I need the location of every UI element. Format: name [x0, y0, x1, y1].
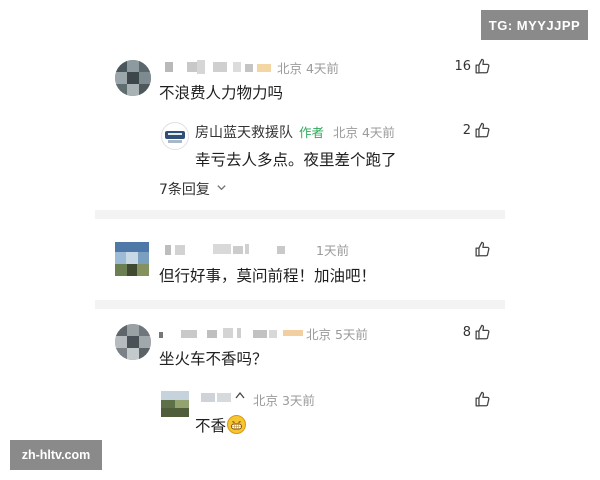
- chevron-down-icon: [217, 185, 227, 191]
- comment-panel: 北京 4天前 不浪费人力物力吗 16 房山蓝天救援队 作者 北京 4天前 幸亏去人…: [95, 42, 505, 442]
- username-blurred[interactable]: [165, 60, 273, 74]
- like-count: 2: [462, 123, 471, 138]
- comment-text: 不浪费人力物力吗: [159, 84, 284, 102]
- avatar[interactable]: [115, 60, 151, 96]
- comment-text: 坐火车不香吗？: [159, 350, 268, 368]
- username-blurred[interactable]: [165, 242, 285, 256]
- watermark-site: zh-hltv.com: [10, 440, 102, 470]
- reply-meta: 北京 4天前: [333, 125, 395, 140]
- like-button[interactable]: 16: [454, 58, 491, 75]
- thumbs-up-icon: [475, 122, 490, 138]
- thumbs-up-icon: [475, 391, 490, 407]
- separator: [95, 300, 505, 309]
- more-replies-link[interactable]: 7条回复: [159, 179, 227, 199]
- username-blurred[interactable]: [201, 391, 245, 403]
- like-button[interactable]: [471, 391, 491, 408]
- comment-meta: 1天前: [316, 243, 349, 258]
- avatar[interactable]: [161, 391, 189, 417]
- comment-text: 但行好事，莫问前程！加油吧！: [159, 267, 377, 285]
- thumbs-up-icon: [475, 324, 490, 340]
- avatar[interactable]: [115, 242, 149, 276]
- like-button[interactable]: 2: [463, 122, 491, 139]
- separator: [95, 210, 505, 219]
- like-count: 8: [462, 325, 471, 340]
- thumbs-up-icon: [475, 241, 490, 257]
- like-button[interactable]: [471, 241, 491, 258]
- avatar[interactable]: [115, 324, 151, 360]
- username-blurred[interactable]: [159, 326, 305, 340]
- watermark-telegram: TG: MYYJJPP: [481, 10, 588, 40]
- reply-text: 不香: [195, 414, 247, 436]
- avatar[interactable]: [161, 122, 189, 150]
- like-count: 16: [454, 59, 471, 74]
- comment-meta: 北京 5天前: [306, 327, 368, 342]
- reply-meta: 北京 3天前: [253, 393, 315, 408]
- comment-meta: 北京 4天前: [277, 61, 339, 76]
- author-tag: 作者: [299, 125, 325, 140]
- thumbs-up-icon: [475, 58, 490, 74]
- reply-author-name[interactable]: 房山蓝天救援队: [195, 125, 293, 141]
- caret-up-icon: [235, 391, 245, 399]
- reply-text: 幸亏去人多点。夜里差个跑了: [195, 151, 397, 169]
- like-button[interactable]: 8: [463, 324, 491, 341]
- grinning-face-emoji: [227, 415, 247, 434]
